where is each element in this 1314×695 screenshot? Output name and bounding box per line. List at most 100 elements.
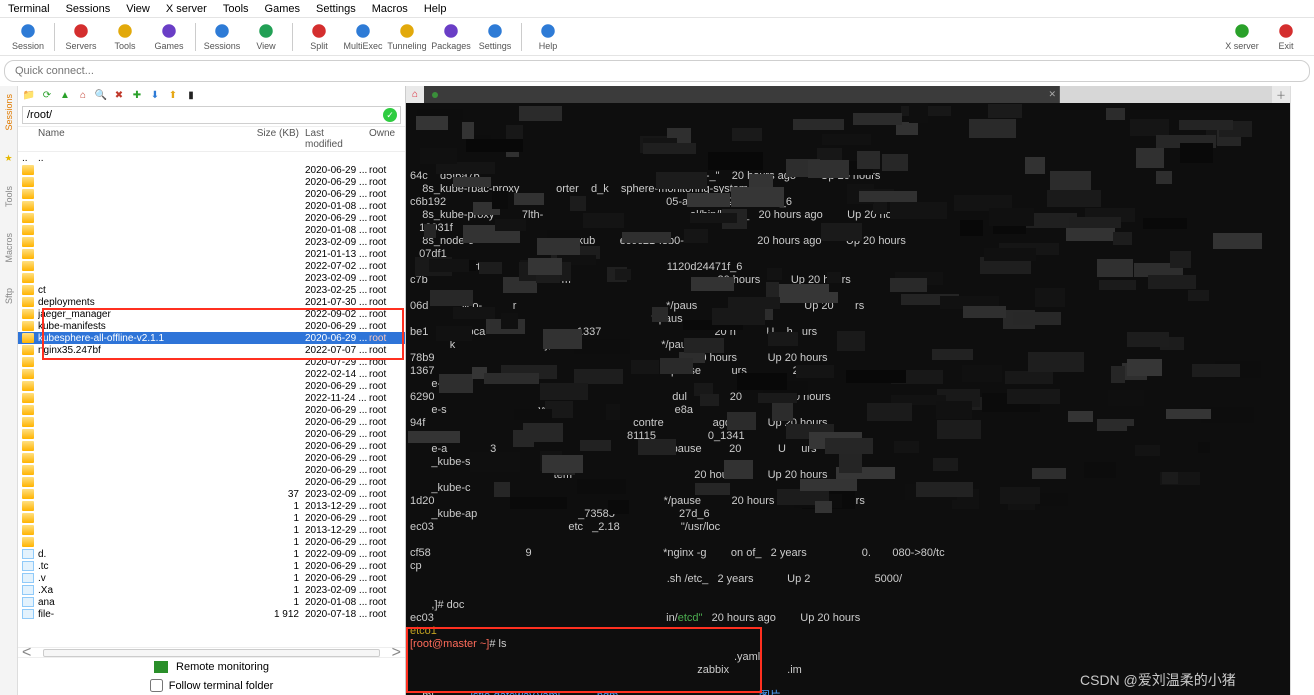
follow-checkbox[interactable] xyxy=(150,679,163,692)
file-row[interactable]: 2020-06-29 ...root xyxy=(18,380,405,392)
home-icon[interactable]: ⌂ xyxy=(76,88,90,102)
file-row[interactable]: 2022-11-24 ...root xyxy=(18,392,405,404)
file-owner: root xyxy=(363,417,401,428)
upload-icon[interactable]: ⬆ xyxy=(166,88,180,102)
star-icon[interactable]: ★ xyxy=(4,153,12,164)
download-icon[interactable]: ⬇ xyxy=(148,88,162,102)
file-row[interactable]: 12020-06-29 ...root xyxy=(18,536,405,548)
file-row[interactable]: nginx35.247bf2022-07-07 ...root xyxy=(18,344,405,356)
terminal-icon[interactable]: ▮ xyxy=(184,88,198,102)
toolbar-games[interactable]: Games xyxy=(147,18,191,56)
toolbar-view[interactable]: View xyxy=(244,18,288,56)
hdr-name[interactable]: Name xyxy=(22,128,243,150)
search-icon[interactable]: 🔍 xyxy=(94,88,108,102)
toolbar-x server[interactable]: X server xyxy=(1220,18,1264,56)
tab-home[interactable]: ⌂ xyxy=(406,86,424,103)
toolbar-tunneling[interactable]: Tunneling xyxy=(385,18,429,56)
toolbar-split[interactable]: Split xyxy=(297,18,341,56)
folder-icon[interactable]: 📁 xyxy=(22,88,36,102)
file-name: .tc xyxy=(38,561,243,572)
file-row[interactable]: 2020-06-29 ...root xyxy=(18,464,405,476)
file-row[interactable]: ct2023-02-25 ...root xyxy=(18,284,405,296)
menu-x-server[interactable]: X server xyxy=(166,3,207,15)
menu-help[interactable]: Help xyxy=(424,3,447,15)
file-row[interactable]: 2020-06-29 ...root xyxy=(18,212,405,224)
file-row[interactable]: .tc12020-06-29 ...root xyxy=(18,560,405,572)
terminal-tab[interactable]: ✕ xyxy=(424,86,1060,103)
toolbar-session[interactable]: Session xyxy=(6,18,50,56)
quick-connect-input[interactable] xyxy=(4,60,1310,82)
toolbar-help[interactable]: Help xyxy=(526,18,570,56)
file-row[interactable]: 2020-06-29 ...root xyxy=(18,428,405,440)
hdr-mod[interactable]: Last modified xyxy=(299,128,363,150)
file-row[interactable]: 2020-06-29 ...root xyxy=(18,476,405,488)
file-owner: root xyxy=(363,393,401,404)
menu-settings[interactable]: Settings xyxy=(316,3,356,15)
up-icon[interactable]: ▲ xyxy=(58,88,72,102)
file-row[interactable]: 2020-06-29 ...root xyxy=(18,404,405,416)
lefttab-sftp[interactable]: Sftp xyxy=(4,284,14,308)
toolbar-packages[interactable]: Packages xyxy=(429,18,473,56)
h-scrollbar[interactable]: <> xyxy=(18,647,405,657)
menu-sessions[interactable]: Sessions xyxy=(66,3,111,15)
file-list[interactable]: ....2020-06-29 ...root2020-06-29 ...root… xyxy=(18,152,405,647)
file-row[interactable]: jaeger_manager2022-09-02 ...root xyxy=(18,308,405,320)
file-row[interactable]: 2020-06-29 ...root xyxy=(18,440,405,452)
menu-tools[interactable]: Tools xyxy=(223,3,249,15)
delete-icon[interactable]: ✖ xyxy=(112,88,126,102)
file-row[interactable]: deployments2021-07-30 ...root xyxy=(18,296,405,308)
new-icon[interactable]: ✚ xyxy=(130,88,144,102)
path-input[interactable] xyxy=(23,109,383,121)
file-row[interactable]: 2021-01-13 ...root xyxy=(18,248,405,260)
toolbar-exit[interactable]: Exit xyxy=(1264,18,1308,56)
menu-macros[interactable]: Macros xyxy=(372,3,408,15)
terminal[interactable]: 64c d5f6a76 -proxy -_" 20 hours ago Up 2… xyxy=(406,103,1290,695)
file-row[interactable]: 2023-02-09 ...root xyxy=(18,236,405,248)
file-row[interactable]: .v12020-06-29 ...root xyxy=(18,572,405,584)
file-row[interactable]: 2020-01-08 ...root xyxy=(18,200,405,212)
file-row[interactable]: 372023-02-09 ...root xyxy=(18,488,405,500)
toolbar-sessions[interactable]: Sessions xyxy=(200,18,244,56)
file-row[interactable]: file-1 9122020-07-18 ...root xyxy=(18,608,405,620)
right-strip xyxy=(1290,86,1314,695)
file-row[interactable]: 2020-06-29 ...root xyxy=(18,176,405,188)
file-row[interactable]: 2020-07-29 ...root xyxy=(18,356,405,368)
file-row[interactable]: 2020-06-29 ...root xyxy=(18,188,405,200)
lefttab-macros[interactable]: Macros xyxy=(4,229,14,267)
file-row[interactable]: 2020-06-29 ...root xyxy=(18,416,405,428)
toolbar-multiexec[interactable]: MultiExec xyxy=(341,18,385,56)
remote-monitoring[interactable]: Remote monitoring xyxy=(18,657,405,676)
hdr-size[interactable]: Size (KB) xyxy=(243,128,299,150)
menu-view[interactable]: View xyxy=(126,3,150,15)
file-row[interactable]: 2022-07-02 ...root xyxy=(18,260,405,272)
toolbar-servers[interactable]: Servers xyxy=(59,18,103,56)
file-row[interactable]: kube-manifests2020-06-29 ...root xyxy=(18,320,405,332)
menu-games[interactable]: Games xyxy=(265,3,300,15)
follow-terminal[interactable]: Follow terminal folder xyxy=(18,676,405,695)
lefttab-sessions[interactable]: Sessions xyxy=(4,90,14,135)
lefttab-tools[interactable]: Tools xyxy=(4,182,14,211)
file-row[interactable]: 12020-06-29 ...root xyxy=(18,512,405,524)
file-modified: 2020-01-08 ... xyxy=(299,201,363,212)
file-row[interactable]: 2020-01-08 ...root xyxy=(18,224,405,236)
file-row[interactable]: 2022-02-14 ...root xyxy=(18,368,405,380)
hdr-own[interactable]: Owne xyxy=(363,128,401,150)
file-owner: root xyxy=(363,237,401,248)
file-row[interactable]: .... xyxy=(18,152,405,164)
menu-terminal[interactable]: Terminal xyxy=(8,3,50,15)
tab-add[interactable]: ＋ xyxy=(1272,86,1290,103)
toolbar-tools[interactable]: Tools xyxy=(103,18,147,56)
file-row[interactable]: d.12022-09-09 ...root xyxy=(18,548,405,560)
file-row[interactable]: .Xa12023-02-09 ...root xyxy=(18,584,405,596)
file-row[interactable]: 2020-06-29 ...root xyxy=(18,452,405,464)
toolbar-settings[interactable]: Settings xyxy=(473,18,517,56)
refresh-icon[interactable]: ⟳ xyxy=(40,88,54,102)
file-row[interactable]: 12013-12-29 ...root xyxy=(18,500,405,512)
file-row[interactable]: 12013-12-29 ...root xyxy=(18,524,405,536)
file-row[interactable]: 2020-06-29 ...root xyxy=(18,164,405,176)
folder-icon xyxy=(22,441,34,451)
file-row[interactable]: 2023-02-09 ...root xyxy=(18,272,405,284)
close-icon[interactable]: ✕ xyxy=(1048,89,1056,100)
file-row[interactable]: kubesphere-all-offline-v2.1.12020-06-29 … xyxy=(18,332,405,344)
file-row[interactable]: ana12020-01-08 ...root xyxy=(18,596,405,608)
